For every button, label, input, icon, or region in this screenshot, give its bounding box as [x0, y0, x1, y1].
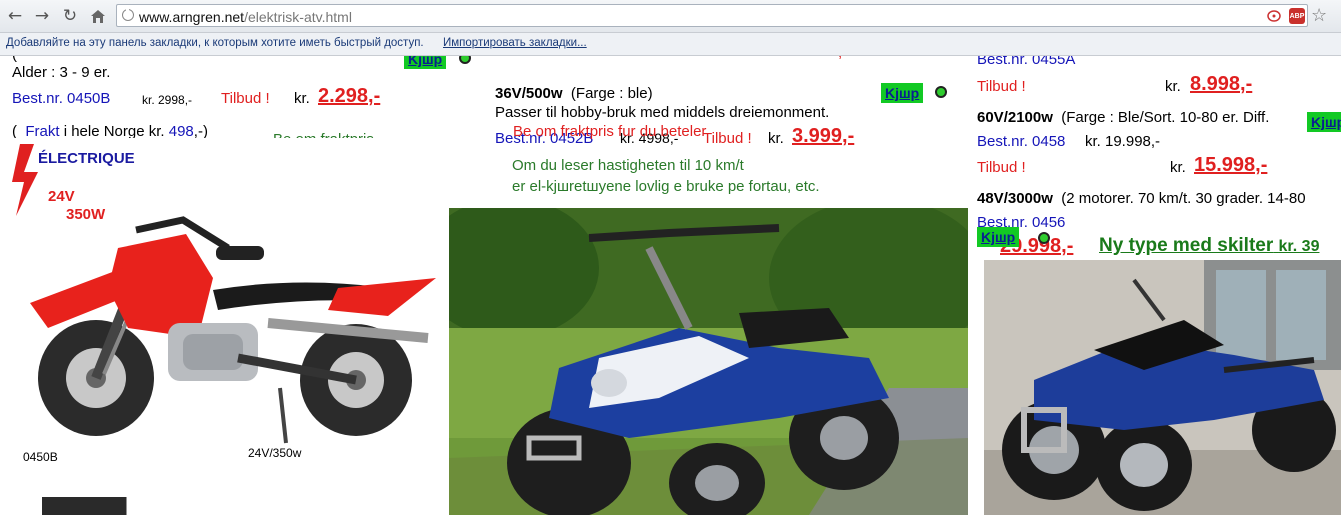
offer-label: Tilbud ! — [977, 78, 1026, 95]
new-type-label: Ny type med skilter — [1099, 235, 1274, 256]
badge-voltage: 24V — [48, 188, 75, 205]
price-link[interactable]: 2.298,- — [318, 85, 380, 108]
address-bar[interactable]: www.arngren.net/elektrisk-atv.html ABP — [116, 4, 1308, 27]
new-type-price: kr. 39 — [1278, 238, 1320, 255]
status-dot — [459, 56, 471, 64]
buy-button[interactable]: Kjшp — [881, 83, 924, 103]
offer-label: Tilbud ! — [703, 130, 752, 147]
model-name: 60V/2100w — [977, 109, 1053, 126]
url-text[interactable]: www.arngren.net/elektrisk-atv.html — [139, 9, 352, 25]
model-line: 48V/3000w (2 motorer. 70 km/t. 30 grader… — [977, 190, 1306, 207]
product-number[interactable]: Best.nr. 0450B — [12, 90, 110, 107]
product-number[interactable]: Best.nr. 0455A — [977, 56, 1075, 68]
product-image-atv-blue[interactable] — [449, 208, 968, 515]
model-color: (Farge : ble) — [570, 85, 653, 102]
product-number[interactable]: Best.nr. 0458 — [977, 133, 1065, 150]
currency-label: kr. — [1170, 159, 1186, 176]
url-path: /elektrisk-atv.html — [244, 9, 352, 25]
back-icon[interactable]: ← — [4, 6, 26, 26]
bookmarks-hint: Добавляйте на эту панель закладки, к кот… — [6, 37, 424, 49]
bike-spec: 24V/350w — [248, 446, 302, 460]
next-product-image[interactable] — [8, 497, 432, 515]
currency-label: kr. — [768, 130, 784, 147]
old-price: kr. 19.998,- — [1085, 133, 1161, 150]
price-link[interactable]: 3.999,- — [792, 125, 854, 148]
status-dot — [935, 86, 947, 98]
status-dot — [1038, 232, 1050, 244]
info-line-2: er el-kjшretшyene lovlig e bruke pe fort… — [512, 178, 820, 195]
currency-label: kr. — [1165, 78, 1181, 95]
model-description: (2 motorer. 70 km/t. 30 grader. 14-80 — [1061, 190, 1306, 207]
badge-title: ÉLECTRIQUE — [38, 150, 135, 167]
model-name: 48V/3000w — [977, 190, 1053, 207]
browser-toolbar: ← → ↻ www.arngren.net/elektrisk-atv.html… — [0, 0, 1341, 33]
badge-watt: 350W — [66, 206, 106, 223]
cut-price: ,- — [838, 56, 847, 61]
info-line-1: Om du leser hastigheten til 10 km/t — [512, 157, 744, 174]
model-line: 60V/2100w (Farge : Ble/Sort. 10-80 er. D… — [977, 109, 1269, 126]
url-host: www.arngren.net — [139, 9, 245, 25]
age-text: Alder : 3 - 9 er. — [12, 64, 111, 81]
model-line: 36V/500w (Farge : ble) — [495, 85, 653, 102]
page-content: Kjшp ,- ( Alder : 3 - 9 er. Best.nr. 045… — [0, 56, 1341, 515]
buy-button[interactable]: Kjшp — [1307, 112, 1341, 132]
new-type-link[interactable]: Ny type med skilter kr. 39 — [1099, 235, 1319, 257]
forward-icon[interactable]: → — [31, 6, 53, 26]
reload-icon[interactable]: ↻ — [59, 6, 81, 26]
adblock-icon[interactable]: ABP — [1289, 8, 1305, 24]
bike-code: 0450B — [23, 450, 58, 464]
model-description: Passer til hobby-bruk med middels dreiem… — [495, 104, 830, 121]
cut-text: ( — [12, 56, 17, 63]
price-link[interactable]: 15.998,- — [1194, 154, 1267, 177]
buy-button[interactable]: Kjшp — [404, 56, 447, 69]
model-description: (Farge : Ble/Sort. 10-80 er. Diff. — [1061, 109, 1270, 126]
buy-button[interactable]: Kjшp — [977, 227, 1020, 247]
import-bookmarks-link[interactable]: Импортировать закладки... — [443, 37, 587, 49]
old-price: kr. 2998,- — [142, 93, 193, 107]
bookmarks-bar: Добавляйте на эту панель закладки, к кот… — [0, 33, 1341, 56]
offer-label: Tilbud ! — [977, 159, 1026, 176]
price-link[interactable]: 8.998,- — [1190, 73, 1252, 96]
product-image-dirtbike[interactable]: ÉLECTRIQUE 24V 350W 0450B 24V/350w — [8, 138, 436, 470]
page-icon — [122, 7, 134, 21]
star-icon[interactable]: ☆ — [1311, 5, 1327, 26]
ask-freight-overlay[interactable]: Be om fraktpris fur du beteler — [513, 123, 706, 140]
rss-icon[interactable] — [1267, 10, 1281, 22]
model-name: 36V/500w — [495, 85, 563, 102]
product-image-atv-road[interactable] — [984, 260, 1341, 515]
offer-label: Tilbud ! — [221, 90, 270, 107]
home-icon[interactable] — [87, 6, 109, 26]
currency-label: kr. — [294, 90, 310, 107]
